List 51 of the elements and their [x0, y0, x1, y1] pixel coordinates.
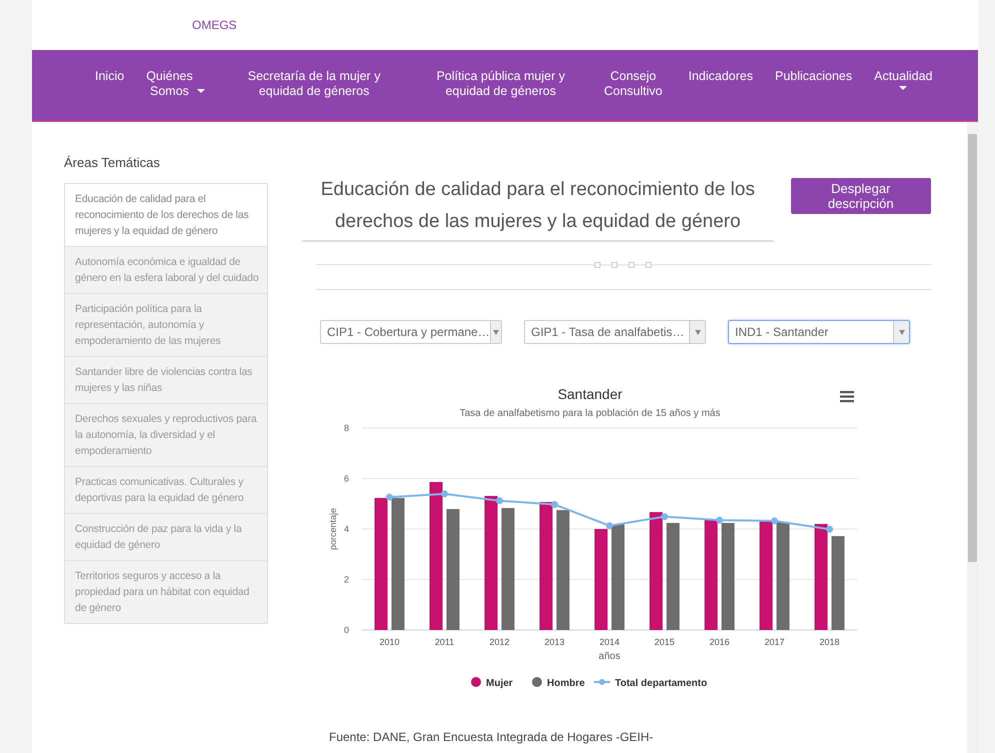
sidebar-title: Áreas Temáticas: [64, 155, 161, 170]
dropdown-select[interactable]: CIP1 - Cobertura y permane…: [320, 320, 502, 344]
x-tick-label: 2016: [709, 637, 730, 647]
nav-link[interactable]: Inicio: [84, 69, 136, 84]
dropdown-select[interactable]: GIP1 - Tasa de analfabetis…: [524, 320, 706, 344]
y-tick-label: 4: [344, 524, 349, 534]
dropdown-select[interactable]: IND1 - Santander: [728, 320, 910, 344]
line-point: [771, 517, 778, 524]
x-tick-label: 2018: [819, 637, 840, 647]
nav-link[interactable]: Consejo Consultivo: [592, 69, 678, 99]
line-point: [716, 516, 723, 524]
line-point: [551, 501, 558, 508]
nav-link[interactable]: Política pública mujer y equidad de géneros: [400, 69, 593, 99]
y-axis-label: porcentaje: [328, 508, 338, 550]
x-tick-label: 2015: [654, 637, 675, 647]
y-tick-label: 8: [344, 423, 349, 433]
y-tick-label: 0: [344, 625, 349, 635]
x-tick-label: 2010: [379, 637, 400, 647]
menu-icon[interactable]: [840, 391, 854, 402]
source-note: Fuente: DANE, Gran Encuesta Integrada de Hogares -GEIH-: [329, 730, 654, 744]
chart-title: Santander: [558, 386, 622, 402]
dropdown-arrow-icon: [694, 330, 700, 334]
x-tick-label: 2012: [489, 637, 510, 647]
line-point: [441, 490, 448, 498]
x-tick-label: 2017: [764, 637, 785, 647]
dropdown-arrow-icon: [898, 330, 904, 334]
dropdown-arrow-icon: [492, 330, 499, 334]
line-point: [606, 522, 613, 530]
brand-name[interactable]: OMEGS: [192, 18, 237, 32]
x-tick-label: 2013: [544, 637, 565, 647]
nav-link[interactable]: Actualidad: [863, 69, 944, 90]
legend-label[interactable]: Hombre: [547, 678, 585, 689]
x-axis-label: años: [598, 651, 620, 662]
x-tick-label: 2011: [434, 637, 454, 647]
x-tick-label: 2014: [599, 637, 620, 647]
nav-link[interactable]: Indicadores: [677, 69, 764, 84]
nav-link[interactable]: Publicaciones: [764, 69, 864, 84]
line-point: [826, 526, 833, 533]
page-title: Educación de calidad para el reconocimiento de los derechos de las mujeres y la equidad de género: [302, 174, 774, 242]
description-button[interactable]: Desplegar descripción: [790, 178, 931, 214]
line-point: [661, 513, 668, 520]
legend-label[interactable]: Mujer: [486, 678, 513, 689]
y-tick-label: 2: [344, 574, 349, 584]
nav-link[interactable]: Quiénes Somos: [135, 69, 218, 99]
legend-label[interactable]: Total departamento: [615, 678, 708, 689]
chart-subtitle: Tasa de analfabetismo para la población de 15 años y más: [460, 408, 720, 419]
nav-link[interactable]: Secretaría de la mujer y equidad de géneros: [218, 69, 400, 99]
line-point: [386, 494, 393, 501]
y-tick-label: 6: [344, 474, 349, 484]
line-point: [496, 497, 503, 504]
scrollbar[interactable]: [967, 122, 978, 753]
